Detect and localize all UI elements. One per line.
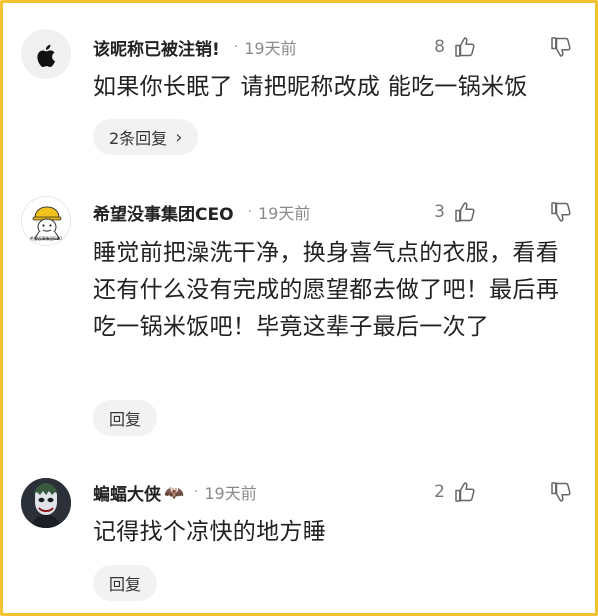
username[interactable]: 蝙蝠大侠 — [93, 480, 161, 505]
comment-text: 记得找个凉快的地方睡 — [93, 519, 326, 545]
separator-dot: · — [247, 204, 252, 220]
comment-text: 如果你长眠了 请把昵称改成 能吃一锅米饭 — [93, 74, 528, 100]
comment-panel: 该昵称已被注销! · 19天前 8 如果你长眠了 请把昵称改成 能吃一锅米饭 2… — [0, 0, 598, 616]
thumbs-up-icon — [455, 202, 475, 222]
username-row: 该昵称已被注销! · 19天前 — [93, 35, 297, 60]
timestamp: 19天前 — [204, 484, 257, 503]
avatar-caption: 希望没事集团CEO — [29, 236, 63, 241]
apple-logo-icon — [21, 29, 71, 79]
thumbs-up-icon — [455, 482, 475, 502]
like-count: 2 — [434, 482, 445, 502]
reply-label: 回复 — [109, 575, 142, 594]
username[interactable]: 该昵称已被注销! — [93, 35, 220, 60]
view-replies-button[interactable]: 2条回复 › — [93, 119, 199, 155]
username-row: 蝙蝠大侠 🦇 · 19天前 — [93, 480, 257, 505]
thumbs-up-icon — [455, 37, 475, 57]
like-button[interactable]: 2 — [434, 480, 477, 504]
comment-text: 睡觉前把澡洗干净，换身喜气点的衣服，看看还有什么没有完成的愿望都去做了吧！最后再… — [93, 240, 559, 340]
reply-label: 2条回复 — [109, 129, 168, 148]
timestamp: 19天前 — [258, 204, 311, 223]
avatar[interactable] — [21, 478, 71, 528]
avatar[interactable] — [21, 29, 71, 79]
timestamp: 19天前 — [244, 39, 297, 58]
reply-button[interactable]: 回复 — [93, 565, 158, 601]
thumbs-down-icon[interactable] — [549, 480, 573, 504]
like-count: 3 — [434, 202, 445, 222]
reply-label: 回复 — [109, 410, 142, 429]
chevron-right-icon: › — [175, 126, 183, 148]
avatar[interactable]: 希望没事集团CEO — [21, 196, 71, 246]
username[interactable]: 希望没事集团CEO — [93, 200, 234, 225]
like-count: 8 — [434, 37, 445, 57]
thumbs-down-icon[interactable] — [549, 35, 573, 59]
like-button[interactable]: 3 — [434, 200, 477, 224]
bat-badge-icon: 🦇 — [164, 482, 184, 502]
reply-button[interactable]: 回复 — [93, 400, 158, 436]
separator-dot: · — [193, 484, 199, 500]
like-button[interactable]: 8 — [434, 35, 477, 59]
username-row: 希望没事集团CEO · 19天前 — [93, 200, 311, 225]
separator-dot: · — [233, 39, 239, 55]
joker-avatar — [21, 478, 71, 528]
thumbs-down-icon[interactable] — [549, 200, 573, 224]
